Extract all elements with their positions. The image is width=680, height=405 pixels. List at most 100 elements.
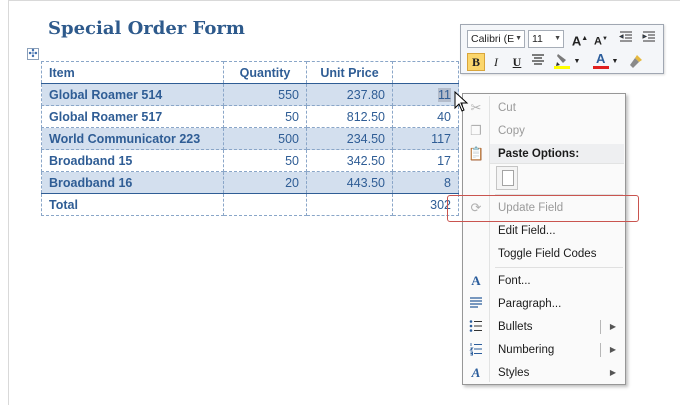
cell-unit-price[interactable]: 342.50: [306, 149, 393, 172]
font-color-dropdown-icon[interactable]: ▼: [611, 53, 619, 71]
font-color-icon: A: [593, 51, 609, 69]
cell-unit-price[interactable]: 234.50: [306, 127, 393, 150]
center-align-icon[interactable]: [529, 53, 547, 71]
mini-toolbar: Calibri (E ▼ 11 ▼ A▲ A▼ B I U ▼ A ▼: [460, 24, 664, 74]
paintbrush-svg: [630, 55, 642, 68]
font-color-button[interactable]: A: [592, 51, 610, 69]
menu-item-bullets[interactable]: Bullets ▶: [463, 316, 625, 338]
cell-total[interactable]: 8: [392, 171, 459, 194]
split-divider: [600, 343, 601, 357]
menu-label: Styles: [498, 367, 530, 379]
document-title[interactable]: Special Order Form: [48, 18, 245, 39]
paste-clipboard-icon: [502, 170, 514, 186]
menu-item-numbering[interactable]: Numbering ▶: [463, 339, 625, 361]
paste-keep-text-only-button[interactable]: [496, 166, 518, 190]
cell-unit-price[interactable]: 443.50: [306, 171, 393, 194]
cell-total[interactable]: 40: [392, 105, 459, 128]
format-painter-icon[interactable]: [627, 53, 645, 71]
shrink-font-icon[interactable]: A▼: [592, 30, 610, 48]
submenu-arrow-icon[interactable]: ▶: [610, 316, 616, 338]
styles-icon: A: [471, 365, 481, 380]
cell-unit-price[interactable]: [306, 193, 393, 216]
menu-label: Toggle Field Codes: [498, 248, 597, 260]
paste-options-header: Paste Options:: [490, 144, 624, 164]
selected-field[interactable]: 11: [438, 87, 451, 102]
increase-indent-icon[interactable]: [640, 30, 658, 48]
bullets-svg: [469, 320, 482, 332]
font-name-combo[interactable]: Calibri (E ▼: [467, 30, 525, 48]
svg-text:A: A: [596, 51, 606, 66]
decrease-indent-icon[interactable]: [617, 30, 635, 48]
update-field-highlight-box: [447, 195, 639, 222]
cell-quantity[interactable]: [223, 193, 307, 216]
highlight-dropdown-icon[interactable]: ▼: [573, 53, 581, 71]
submenu-arrow-icon[interactable]: ▶: [610, 362, 616, 384]
table-row: World Communicator 223 500 234.50 117: [41, 127, 459, 150]
highlight-color-button[interactable]: [551, 52, 573, 70]
header-unit-price[interactable]: Unit Price: [306, 61, 393, 84]
table-total-row: Total 302: [41, 193, 459, 216]
menu-label: Paragraph...: [498, 298, 562, 310]
table-row: Broadband 16 20 443.50 8: [41, 171, 459, 194]
split-divider: [600, 320, 601, 334]
grow-font-icon[interactable]: A▲: [571, 30, 589, 48]
table-row: Global Roamer 517 50 812.50 40: [41, 105, 459, 128]
decrease-indent-svg: [618, 31, 632, 42]
submenu-arrow-icon[interactable]: ▶: [610, 339, 616, 361]
cell-quantity[interactable]: 550: [223, 83, 307, 106]
cell-quantity[interactable]: 20: [223, 171, 307, 194]
cell-total-label[interactable]: Total: [41, 193, 224, 216]
cell-quantity[interactable]: 500: [223, 127, 307, 150]
cell-unit-price[interactable]: 812.50: [306, 105, 393, 128]
table-move-handle-icon[interactable]: ✣: [27, 48, 39, 60]
menu-label: Cut: [498, 102, 516, 114]
context-menu: ✂ Cut ❐ Copy 📋 Paste Options: ⟳ Update F…: [462, 93, 626, 385]
paragraph-icon: [468, 296, 484, 312]
menu-item-styles[interactable]: A Styles ▶: [463, 362, 625, 384]
numbering-icon: [468, 342, 484, 358]
center-align-svg: [532, 54, 544, 65]
font-size-value: 11: [532, 33, 543, 45]
bullets-icon: [468, 319, 484, 335]
highlighter-icon: [554, 54, 570, 69]
cell-item[interactable]: Global Roamer 517: [41, 105, 224, 128]
header-quantity[interactable]: Quantity: [223, 61, 307, 84]
cell-item[interactable]: Global Roamer 514: [41, 83, 224, 106]
order-table: Item Quantity Unit Price Global Roamer 5…: [41, 61, 459, 216]
chevron-down-icon[interactable]: ▼: [554, 31, 561, 47]
cell-quantity[interactable]: 50: [223, 105, 307, 128]
page-left-edge: [8, 0, 9, 405]
chevron-down-icon[interactable]: ▼: [515, 31, 522, 47]
underline-button[interactable]: U: [508, 53, 526, 71]
menu-item-edit-field[interactable]: Edit Field...: [463, 220, 625, 242]
cell-quantity[interactable]: 50: [223, 149, 307, 172]
font-name-value: Calibri (E: [471, 33, 515, 45]
table-header-row: Item Quantity Unit Price: [41, 61, 459, 84]
cell-item[interactable]: Broadband 16: [41, 171, 224, 194]
cell-item[interactable]: Broadband 15: [41, 149, 224, 172]
page-top-edge: [8, 0, 680, 1]
cell-total[interactable]: 17: [392, 149, 459, 172]
copy-icon: ❐: [470, 123, 482, 138]
italic-button[interactable]: I: [487, 53, 505, 71]
clipboard-icon: 📋: [468, 146, 485, 161]
menu-label: Copy: [498, 125, 525, 137]
bold-button[interactable]: B: [467, 53, 485, 71]
increase-indent-svg: [642, 31, 655, 42]
cell-item[interactable]: World Communicator 223: [41, 127, 224, 150]
menu-item-paragraph[interactable]: Paragraph...: [463, 293, 625, 315]
menu-item-toggle-field-codes[interactable]: Toggle Field Codes: [463, 243, 625, 265]
cell-unit-price[interactable]: 237.80: [306, 83, 393, 106]
table-row: Broadband 15 50 342.50 17: [41, 149, 459, 172]
menu-item-copy[interactable]: ❐ Copy: [463, 120, 625, 142]
header-total[interactable]: [392, 61, 459, 84]
menu-item-font[interactable]: A Font...: [463, 270, 625, 292]
table-row: Global Roamer 514 550 237.80 11: [41, 83, 459, 106]
header-item[interactable]: Item: [41, 61, 224, 84]
cell-total[interactable]: 117: [392, 127, 459, 150]
font-size-combo[interactable]: 11 ▼: [528, 30, 564, 48]
mouse-cursor-icon: [454, 91, 469, 112]
menu-item-cut[interactable]: ✂ Cut: [463, 97, 625, 119]
cell-total[interactable]: 11: [392, 83, 459, 106]
numbering-svg: [469, 343, 482, 356]
